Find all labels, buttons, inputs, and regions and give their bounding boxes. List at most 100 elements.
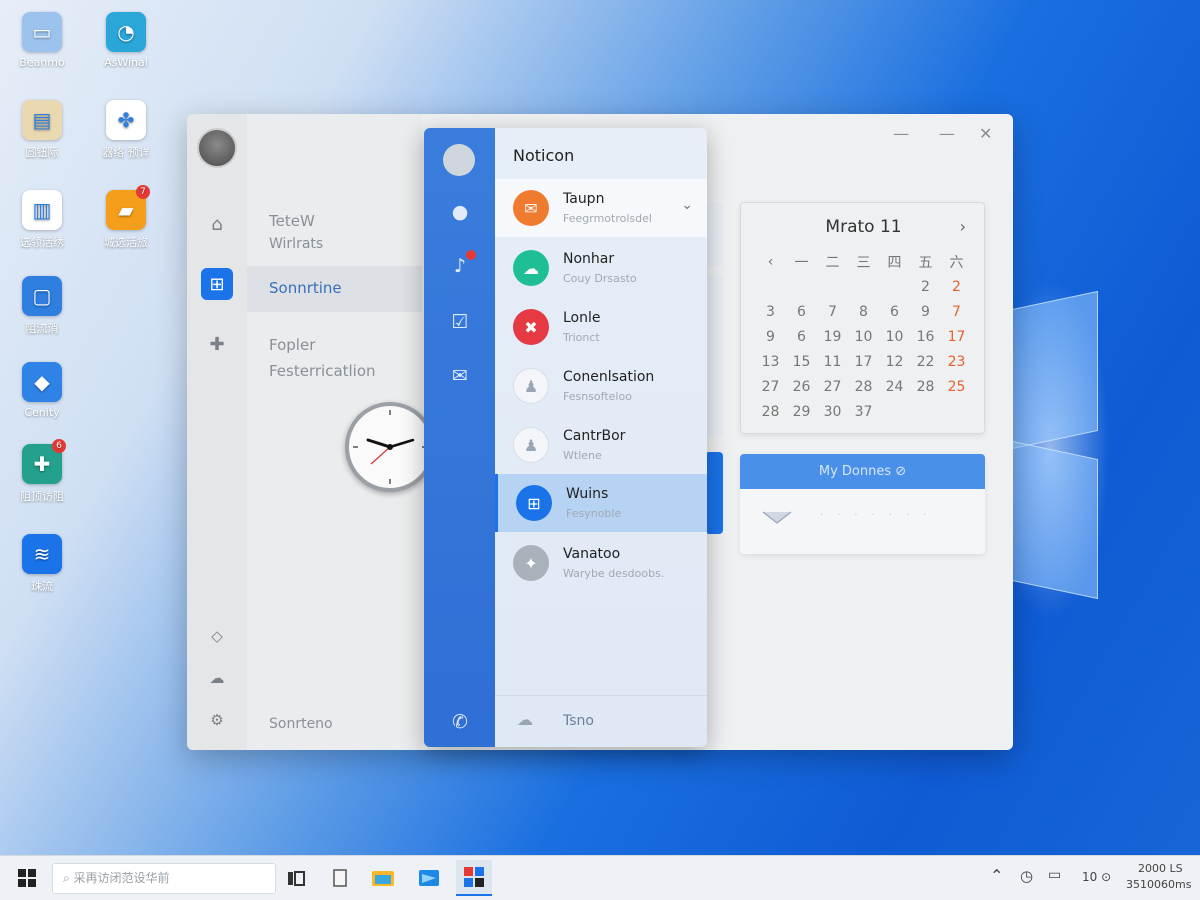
calendar-day[interactable]: 10 [848,329,879,345]
calendar-day[interactable]: 19 [817,329,848,345]
pinwheel-icon: ✤ [106,100,146,140]
chevron-right-icon[interactable]: › [960,217,966,236]
clock-icon[interactable]: ◷ [1020,867,1033,885]
calendar-day[interactable]: 6 [786,304,817,320]
avatar[interactable] [443,144,475,176]
calendar-day[interactable]: 6 [786,329,817,345]
calendar-day[interactable]: 3 [755,304,786,320]
desktop-icon[interactable]: ◆ Cenity [12,362,72,419]
notification-item[interactable]: ☁ Nonhar Couy Drsasto [495,239,707,297]
nav-item[interactable]: Wirlrats [269,236,323,252]
desktop-icon-label: 阻顶访阻 [20,490,64,503]
diamond-icon[interactable]: ◇ [201,620,233,652]
folder-icon[interactable] [370,864,396,892]
side-nav: TeteW Wirlrats Sonnrtine Fopler Festerri… [247,114,435,750]
desktop-icon[interactable]: ▭ Beanmo [12,12,72,69]
notification-item[interactable]: ♟ Conenlsation Fesnsofteloo [495,357,707,415]
settings-icon[interactable]: ⚙ [201,704,233,736]
notification-item[interactable]: ⊞ Wuins Fesynoble [495,474,707,532]
calendar-weekday[interactable]: ‹ [755,254,786,270]
calendar-day[interactable]: 28 [848,379,879,395]
calendar-day[interactable]: 37 [848,404,879,420]
nav-bottom-label[interactable]: Sonrteno [269,716,333,732]
nav-item[interactable]: TeteW [269,212,315,230]
taskbar-search-input[interactable]: ⌕ 采再访闭范设华前 [52,863,276,894]
start-button[interactable] [14,864,40,892]
calendar-day[interactable]: 8 [848,304,879,320]
notification-item[interactable]: ✖ Lonle Trionct [495,298,707,356]
volume-status[interactable]: 10 ⊙ [1082,870,1111,884]
calendar-day[interactable]: 2 [910,279,941,295]
apps-grid-icon[interactable]: ⊞ [201,268,233,300]
restore-button[interactable]: — [939,124,955,143]
person-icon[interactable]: ● [446,198,474,226]
notification-item[interactable]: ✉ Taupn Feegrmotrolsdel ⌄ [495,179,707,237]
calendar-day[interactable]: 17 [941,329,972,345]
close-button[interactable]: ✕ [979,124,992,143]
user-avatar[interactable] [197,128,237,168]
calendar-day[interactable]: 25 [941,379,972,395]
windows-icon [18,869,36,887]
minimize-button[interactable]: — [893,124,909,143]
calendar-day[interactable]: 9 [755,329,786,345]
my-donnes-header[interactable]: My Donnes ⊘ [740,454,985,489]
desktop-icon[interactable]: ✚ 6 阻顶访阻 [12,439,72,504]
taskbar-date[interactable]: 3510060ms [1126,878,1191,891]
calendar-day[interactable]: 27 [755,379,786,395]
nav-item-selected[interactable]: Sonnrtine [269,279,342,297]
app-window-icon[interactable] [416,864,442,892]
nav-item[interactable]: Festerricatlion [269,362,376,380]
add-icon[interactable]: ✚ [201,328,233,360]
desktop-icon[interactable]: ◔ AsWinal [96,12,156,69]
calendar-day[interactable]: 10 [879,329,910,345]
check-icon[interactable]: ☑ [446,308,474,336]
desktop-icon[interactable]: ▥ 选领活绣 [12,190,72,250]
bell-icon[interactable]: ♪ [446,250,476,280]
calendar-day[interactable]: 30 [817,404,848,420]
calendar-day[interactable]: 17 [848,354,879,370]
calendar-day[interactable]: 12 [879,354,910,370]
cloud-icon[interactable]: ☁ [517,710,533,729]
phone-icon[interactable]: ✆ [446,708,474,736]
calendar-day[interactable]: 29 [786,404,817,420]
desktop-icon[interactable]: ≋ 珠流 [12,534,72,594]
calendar-day[interactable]: 22 [910,354,941,370]
calendar-day[interactable]: 6 [879,304,910,320]
desktop-icon[interactable]: ✤ 器络 预详 [96,100,156,160]
calendar-day[interactable]: 24 [879,379,910,395]
desktop-icon[interactable]: ▰ 7 城选活旅 [96,185,156,250]
calendar-day[interactable]: 26 [786,379,817,395]
cloud-icon[interactable]: ☁ [201,662,233,694]
file-icon[interactable] [328,864,352,892]
calendar-title: Mrato 11 [825,217,902,237]
home-icon[interactable]: ⌂ [201,208,233,240]
notification-item-title: Nonhar [563,251,615,267]
chevron-up-icon[interactable]: ⌃ [990,866,1003,885]
battery-icon[interactable]: ▭ [1048,867,1061,883]
calendar-day[interactable]: 13 [755,354,786,370]
calendar-day[interactable]: 15 [786,354,817,370]
notification-item[interactable]: ✦ Vanatoo Warybe desdoobs. [495,534,707,592]
calendar-day[interactable]: 2 [941,279,972,295]
nav-item[interactable]: Fopler [269,336,315,354]
active-app-icon[interactable] [456,860,492,896]
calendar-day[interactable]: 7 [817,304,848,320]
taskbar-time[interactable]: 2000 LS [1138,862,1183,875]
notification-item-subtitle: Warybe desdoobs. [563,567,665,580]
calendar-day[interactable]: 7 [941,304,972,320]
footer-label[interactable]: Tsno [563,713,594,729]
calendar-widget: Mrato 11 › ‹ 一二三四五六 2 2 3 6 7 8 6 9 7 9 6 19 10 10 16 17 1… [740,202,985,434]
desktop-icon[interactable]: ▤ 圆钮际 [12,100,72,160]
calendar-day[interactable]: 23 [941,354,972,370]
calendar-day[interactable]: 11 [817,354,848,370]
calendar-day[interactable]: 9 [910,304,941,320]
calendar-day[interactable]: 16 [910,329,941,345]
task-view-icon[interactable] [284,864,308,892]
mail-icon[interactable]: ✉ [446,362,474,390]
chevron-down-icon[interactable]: ⌄ [681,197,693,213]
notification-item[interactable]: ♟ CantrBor Wtlene [495,416,707,474]
desktop-icon[interactable]: ▢ 阻流消 [12,276,72,336]
calendar-day[interactable]: 28 [755,404,786,420]
calendar-day[interactable]: 28 [910,379,941,395]
calendar-day[interactable]: 27 [817,379,848,395]
